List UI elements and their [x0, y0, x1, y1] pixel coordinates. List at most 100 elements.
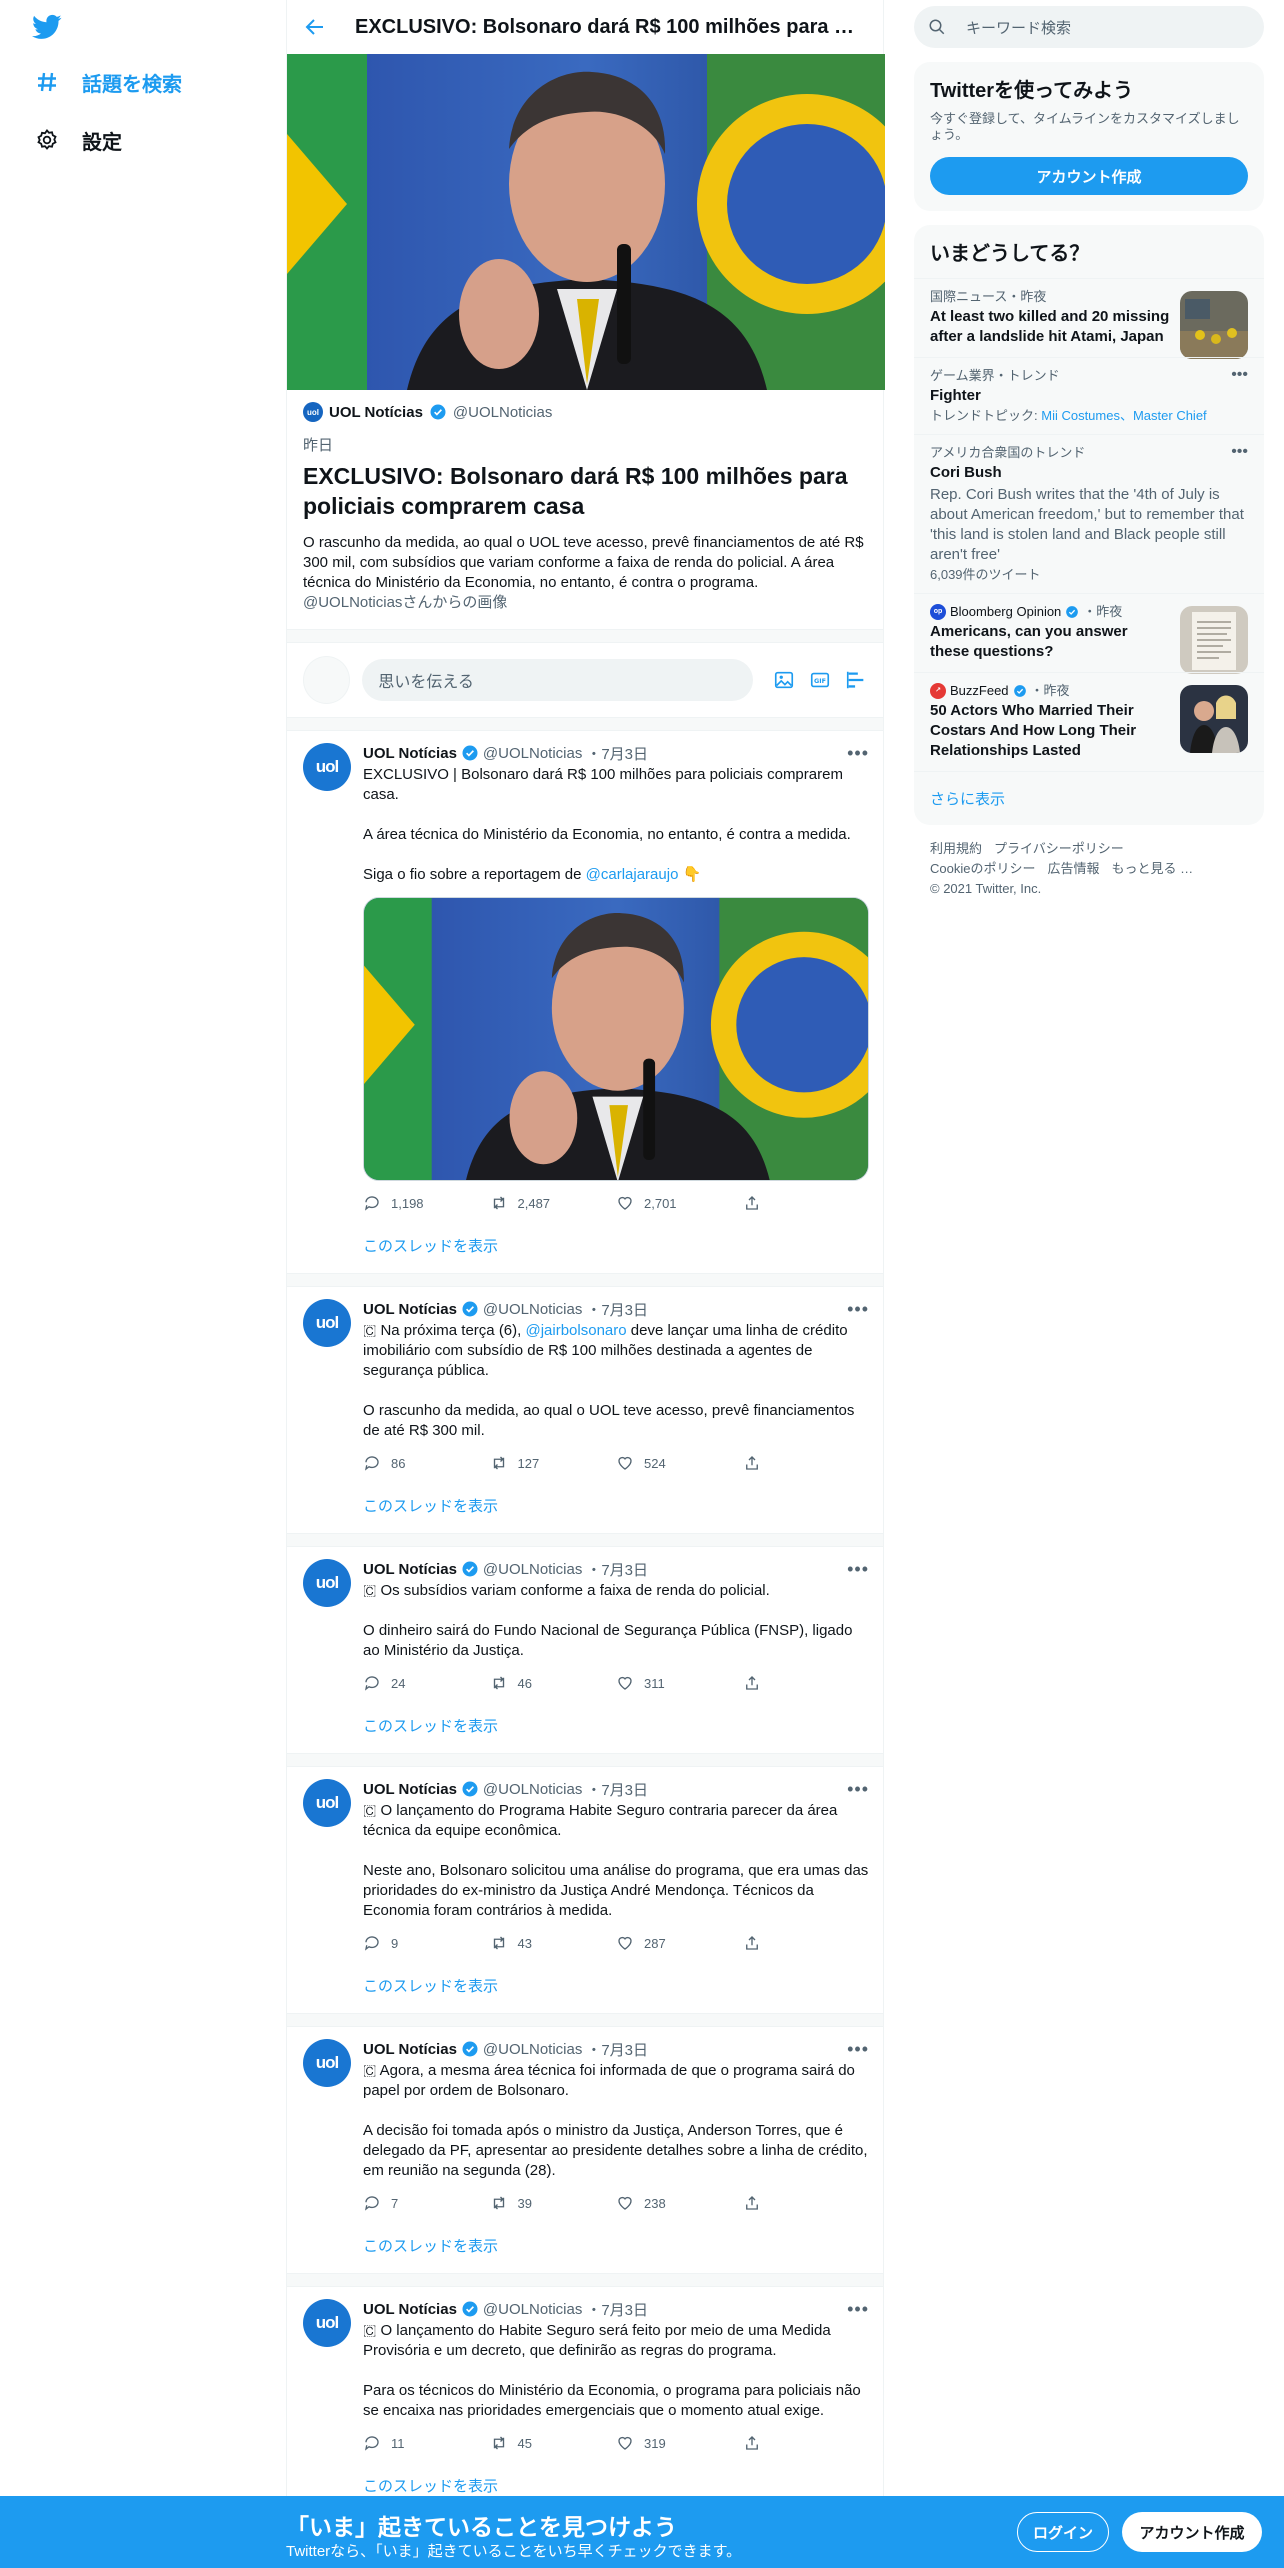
share-button[interactable] — [743, 1454, 870, 1472]
login-button[interactable]: ログイン — [1017, 2512, 1109, 2552]
uol-avatar[interactable]: uol — [303, 1299, 351, 1347]
more-options-icon[interactable]: ••• — [847, 1779, 869, 1800]
show-thread-link[interactable]: このスレッドを表示 — [287, 1477, 883, 1533]
like-button[interactable]: 311 — [616, 1674, 743, 1692]
more-options-icon[interactable]: ••• — [847, 1559, 869, 1580]
retweet-button[interactable]: 43 — [490, 1934, 617, 1952]
image-icon[interactable] — [773, 669, 795, 691]
tweet-handle[interactable]: @UOLNoticias — [483, 2041, 582, 2058]
tweet-media-image[interactable] — [363, 897, 869, 1181]
tweet[interactable]: uol UOL Notícias @UOLNoticias ・7月3日 ••• … — [287, 731, 883, 1217]
retweet-button[interactable]: 2,487 — [490, 1194, 617, 1212]
mention-link[interactable]: @carlajaraujo — [586, 866, 679, 883]
trend-item[interactable]: ゲーム業界・トレンド Fighter トレンドトピック: Mii Costume… — [914, 357, 1264, 434]
show-thread-link[interactable]: このスレッドを表示 — [287, 2217, 883, 2273]
more-options-icon[interactable]: ••• — [1231, 366, 1248, 384]
tweet-author-name[interactable]: UOL Notícias — [363, 1781, 457, 1798]
like-button[interactable]: 238 — [616, 2194, 743, 2212]
tweet-handle[interactable]: @UOLNoticias — [483, 1781, 582, 1798]
trend-item[interactable]: op Bloomberg Opinion ・昨夜 Americans, can … — [914, 593, 1264, 674]
signup-button[interactable]: アカウント作成 — [1122, 2512, 1262, 2552]
article-card[interactable]: uol UOL Notícias @UOLNoticias 昨日 EXCLUSI… — [287, 390, 883, 629]
tweet-time[interactable]: ・7月3日 — [586, 1559, 648, 1580]
show-more-link[interactable]: さらに表示 — [914, 771, 1264, 825]
share-button[interactable] — [743, 1194, 870, 1212]
retweet-button[interactable]: 45 — [490, 2434, 617, 2452]
privacy-link[interactable]: プライバシーポリシー — [994, 841, 1124, 856]
nav-settings[interactable]: 設定 — [34, 120, 122, 160]
cookie-link[interactable]: Cookieのポリシー — [930, 861, 1035, 876]
like-button[interactable]: 524 — [616, 1454, 743, 1472]
reply-button[interactable]: 7 — [363, 2194, 490, 2212]
show-thread-link[interactable]: このスレッドを表示 — [287, 1697, 883, 1753]
more-options-icon[interactable]: ••• — [847, 2299, 869, 2320]
search-input[interactable]: キーワード検索 — [966, 17, 1071, 38]
tweet[interactable]: uol UOL Notícias @UOLNoticias ・7月3日 ••• … — [287, 1287, 883, 1477]
share-button[interactable] — [743, 2434, 870, 2452]
mention-link[interactable]: @jairbolsonaro — [525, 1322, 626, 1339]
like-button[interactable]: 2,701 — [616, 1194, 743, 1212]
tweet[interactable]: uol UOL Notícias @UOLNoticias ・7月3日 ••• … — [287, 2027, 883, 2217]
nav-explore[interactable]: 話題を検索 — [34, 62, 182, 102]
tweet-author-name[interactable]: UOL Notícias — [363, 1561, 457, 1578]
like-button[interactable]: 319 — [616, 2434, 743, 2452]
like-button[interactable]: 287 — [616, 1934, 743, 1952]
composer-input[interactable]: 思いを伝える — [362, 659, 753, 701]
search-box[interactable]: キーワード検索 — [914, 6, 1264, 48]
more-link[interactable]: もっと見る … — [1111, 861, 1193, 876]
share-button[interactable] — [743, 2194, 870, 2212]
hashtag-icon — [34, 69, 60, 95]
terms-link[interactable]: 利用規約 — [930, 841, 982, 856]
show-thread-link[interactable]: このスレッドを表示 — [287, 1957, 883, 2013]
trend-item[interactable]: 国際ニュース・昨夜 At least two killed and 20 mis… — [914, 278, 1264, 359]
share-button[interactable] — [743, 1934, 870, 1952]
uol-avatar[interactable]: uol — [303, 743, 351, 791]
tweet-time[interactable]: ・7月3日 — [586, 743, 648, 764]
tweet-handle[interactable]: @UOLNoticias — [483, 1301, 582, 1318]
tweet-author-name[interactable]: UOL Notícias — [363, 2041, 457, 2058]
tweet-handle[interactable]: @UOLNoticias — [483, 745, 582, 762]
reply-button[interactable]: 24 — [363, 1674, 490, 1692]
trend-item[interactable]: アメリカ合衆国のトレンド Cori Bush Rep. Cori Bush wr… — [914, 434, 1264, 593]
poll-icon[interactable] — [845, 669, 867, 691]
tweet-author-name[interactable]: UOL Notícias — [363, 745, 457, 762]
uol-avatar[interactable]: uol — [303, 1559, 351, 1607]
more-options-icon[interactable]: ••• — [847, 2039, 869, 2060]
show-thread-link[interactable]: このスレッドを表示 — [287, 1217, 883, 1273]
tweet-handle[interactable]: @UOLNoticias — [483, 2301, 582, 2318]
share-button[interactable] — [743, 1674, 870, 1692]
tweet-author-name[interactable]: UOL Notícias — [363, 1301, 457, 1318]
more-options-icon[interactable]: ••• — [847, 1299, 869, 1320]
retweet-button[interactable]: 127 — [490, 1454, 617, 1472]
trend-item[interactable]: ↗ BuzzFeed ・昨夜 50 Actors Who Married The… — [914, 672, 1264, 771]
reply-button[interactable]: 1,198 — [363, 1194, 490, 1212]
twitter-logo-icon[interactable] — [30, 12, 64, 42]
reply-button[interactable]: 86 — [363, 1454, 490, 1472]
uol-avatar[interactable]: uol — [303, 1779, 351, 1827]
tweet-time[interactable]: ・7月3日 — [586, 2039, 648, 2060]
reply-button[interactable]: 11 — [363, 2434, 490, 2452]
retweet-button[interactable]: 39 — [490, 2194, 617, 2212]
more-options-icon[interactable]: ••• — [1231, 443, 1248, 461]
tweet-time[interactable]: ・7月3日 — [586, 1299, 648, 1320]
tweet-author-name[interactable]: UOL Notícias — [363, 2301, 457, 2318]
back-arrow-icon[interactable] — [303, 15, 327, 39]
uol-avatar[interactable]: uol — [303, 2299, 351, 2347]
tweet-handle[interactable]: @UOLNoticias — [483, 1561, 582, 1578]
article-hero-image[interactable] — [287, 54, 885, 390]
more-options-icon[interactable]: ••• — [847, 743, 869, 764]
retweet-button[interactable]: 46 — [490, 1674, 617, 1692]
share-icon — [745, 2196, 758, 2210]
gif-icon[interactable]: GIF — [809, 669, 831, 691]
tweet-thread-1: uol UOL Notícias @UOLNoticias ・7月3日 ••• … — [287, 731, 883, 1287]
create-account-button[interactable]: アカウント作成 — [930, 157, 1248, 195]
tweet-time[interactable]: ・7月3日 — [586, 1779, 648, 1800]
tweet[interactable]: uol UOL Notícias @UOLNoticias ・7月3日 ••• … — [287, 1547, 883, 1697]
ads-info-link[interactable]: 広告情報 — [1047, 861, 1099, 876]
tweet-time[interactable]: ・7月3日 — [586, 2299, 648, 2320]
tweet[interactable]: uol UOL Notícias @UOLNoticias ・7月3日 ••• … — [287, 2287, 883, 2457]
reply-button[interactable]: 9 — [363, 1934, 490, 1952]
uol-avatar[interactable]: uol — [303, 2039, 351, 2087]
trend-topic-links[interactable]: Mii Costumes、Master Chief — [1041, 408, 1206, 423]
tweet[interactable]: uol UOL Notícias @UOLNoticias ・7月3日 ••• … — [287, 1767, 883, 1957]
